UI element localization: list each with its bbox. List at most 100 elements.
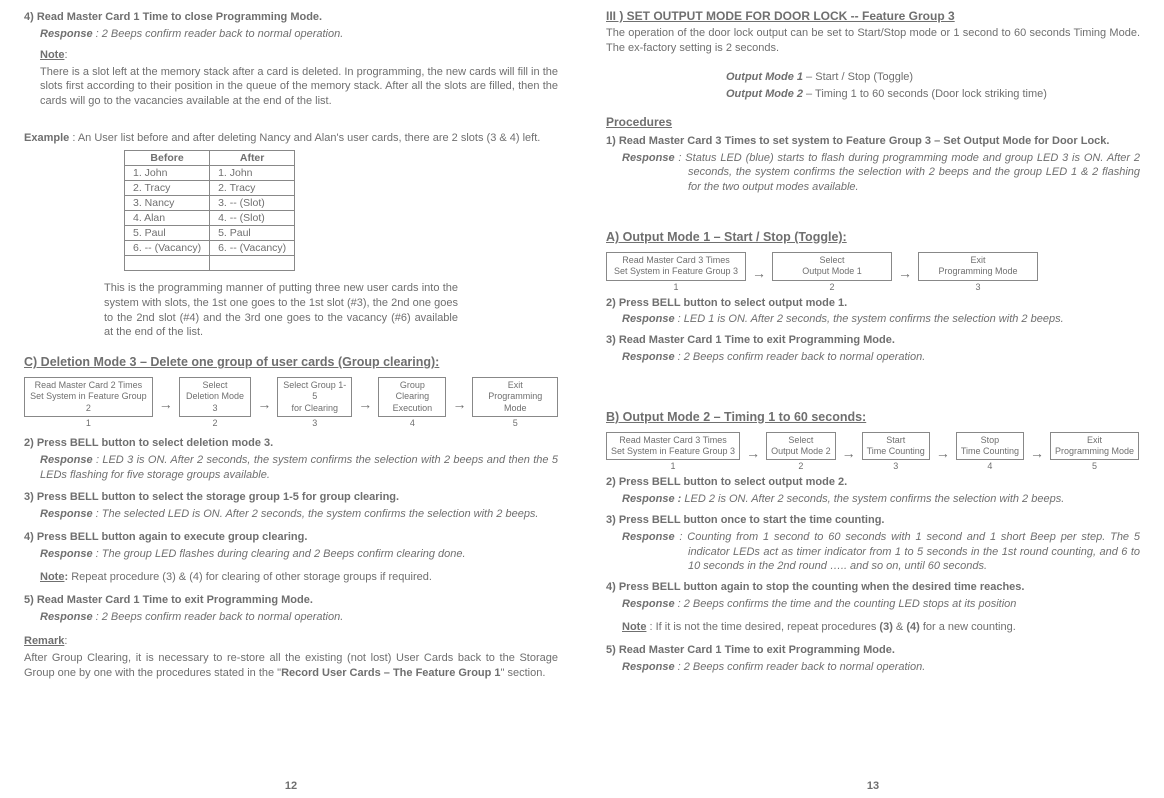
b5-response: Response : 2 Beeps confirm reader back t… <box>622 660 1140 675</box>
response-label: Response <box>622 152 675 164</box>
page-number-left: 12 <box>0 780 582 792</box>
note-text: There is a slot left at the memory stack… <box>40 65 558 110</box>
note-label: Note <box>40 571 64 583</box>
section-iii-head: III ) SET OUTPUT MODE FOR DOOR LOCK -- F… <box>606 8 1140 24</box>
cell: 3. Nancy <box>125 195 210 210</box>
c-note-text: Repeat procedure (3) & (4) for clearing … <box>71 571 432 583</box>
page-number-right: 13 <box>582 780 1164 792</box>
c-note: Note: Repeat procedure (3) & (4) for cle… <box>40 570 558 585</box>
flow-item: Read Master Card 3 TimesSet System in Fe… <box>606 432 740 472</box>
section-c-head: C) Deletion Mode 3 – Delete one group of… <box>24 354 558 371</box>
a2-title: 2) Press BELL button to select output mo… <box>606 296 1140 311</box>
flow-item: SelectDeletion Mode 3 2 <box>179 377 252 428</box>
cell: 6. -- (Vacancy) <box>125 240 210 255</box>
cell: 1. John <box>125 165 210 180</box>
b4-resp-text: : 2 Beeps confirms the time and the coun… <box>678 598 1017 610</box>
b2-response: Response : LED 2 is ON. After 2 seconds,… <box>622 492 1140 507</box>
flow-item: SelectOutput Mode 2 2 <box>766 432 836 472</box>
procedures-head: Procedures <box>606 114 1140 130</box>
step4-title: 4) Read Master Card 1 Time to close Prog… <box>24 10 558 25</box>
b5-resp-text: : 2 Beeps confirm reader back to normal … <box>678 661 926 673</box>
a3-title: 3) Read Master Card 1 Time to exit Progr… <box>606 333 1140 348</box>
b-note: Note : If it is not the time desired, re… <box>622 620 1140 635</box>
c4-title: 4) Press BELL button again to execute gr… <box>24 530 558 545</box>
response-label: Response <box>40 508 93 520</box>
flow-item: ExitProgramming Mode 5 <box>1050 432 1139 472</box>
response-label: Response <box>622 661 675 673</box>
response-label: Response <box>40 548 93 560</box>
note-label: Note <box>40 49 64 61</box>
cell: 1. John <box>210 165 295 180</box>
output-mode-1: Output Mode 1 – Start / Stop (Toggle) <box>726 70 1140 85</box>
c3-resp-text: : The selected LED is ON. After 2 second… <box>96 508 539 520</box>
a2-resp-text: : LED 1 is ON. After 2 seconds, the syst… <box>678 313 1064 325</box>
left-page: 4) Read Master Card 1 Time to close Prog… <box>0 0 582 798</box>
flow-b: Read Master Card 3 TimesSet System in Fe… <box>606 432 1140 472</box>
cell: 2. Tracy <box>125 180 210 195</box>
b3-resp-text: : Counting from 1 second to 60 seconds w… <box>679 531 1140 573</box>
section-a-head: A) Output Mode 1 – Start / Stop (Toggle)… <box>606 229 1140 246</box>
th-after: After <box>210 150 295 165</box>
p1-response: Response : Status LED (blue) starts to f… <box>622 151 1140 196</box>
response-label: Response <box>40 28 93 40</box>
cell: 5. Paul <box>210 225 295 240</box>
c5-response: Response : 2 Beeps confirm reader back t… <box>40 610 558 625</box>
arrow-icon: → <box>842 444 856 460</box>
cell <box>125 255 210 270</box>
cell: 5. Paul <box>125 225 210 240</box>
a2-response: Response : LED 1 is ON. After 2 seconds,… <box>622 312 1140 327</box>
th-before: Before <box>125 150 210 165</box>
example-text: : An User list before and after deleting… <box>72 132 540 144</box>
c4-resp-text: : The group LED flashes during clearing … <box>96 548 466 560</box>
cell: 4. Alan <box>125 210 210 225</box>
b4-title: 4) Press BELL button again to stop the c… <box>606 580 1140 595</box>
response-label: Response <box>40 454 93 466</box>
arrow-icon: → <box>1030 444 1044 460</box>
remark-label-row: Remark: <box>24 634 558 649</box>
arrow-icon: → <box>452 395 466 411</box>
cell: 2. Tracy <box>210 180 295 195</box>
b2-title: 2) Press BELL button to select output mo… <box>606 475 1140 490</box>
c2-resp-text: : LED 3 is ON. After 2 seconds, the syst… <box>40 454 558 481</box>
c3-response: Response : The selected LED is ON. After… <box>40 507 558 522</box>
example-row: Example : An User list before and after … <box>24 131 558 146</box>
user-table: Before After 1. John1. John 2. Tracy2. T… <box>124 150 295 271</box>
after-table-text: This is the programming manner of puttin… <box>104 281 458 340</box>
cell: 3. -- (Slot) <box>210 195 295 210</box>
note-label: Note <box>622 621 646 633</box>
response-label: Response <box>622 531 675 543</box>
flow-c: Read Master Card 2 TimesSet System in Fe… <box>24 377 558 428</box>
c5-resp-text: : 2 Beeps confirm reader back to normal … <box>96 611 344 623</box>
a3-response: Response : 2 Beeps confirm reader back t… <box>622 350 1140 365</box>
arrow-icon: → <box>898 264 912 280</box>
remark-label: Remark <box>24 635 64 647</box>
output-mode-2: Output Mode 2 – Timing 1 to 60 seconds (… <box>726 87 1140 102</box>
arrow-icon: → <box>159 395 173 411</box>
b3-response: Response : Counting from 1 second to 60 … <box>622 530 1140 575</box>
c2-response: Response : LED 3 is ON. After 2 seconds,… <box>40 453 558 483</box>
flow-item: Group ClearingExecution 4 <box>378 377 446 428</box>
right-page: III ) SET OUTPUT MODE FOR DOOR LOCK -- F… <box>582 0 1164 798</box>
flow-a: Read Master Card 3 TimesSet System in Fe… <box>606 252 1140 292</box>
iii-intro: The operation of the door lock output ca… <box>606 26 1140 56</box>
arrow-icon: → <box>746 444 760 460</box>
b5-title: 5) Read Master Card 1 Time to exit Progr… <box>606 643 1140 658</box>
flow-item: ExitProgramming Mode 3 <box>918 252 1038 292</box>
remark-text: After Group Clearing, it is necessary to… <box>24 651 558 681</box>
arrow-icon: → <box>936 444 950 460</box>
flow-item: StopTime Counting 4 <box>956 432 1024 472</box>
response-label: Response <box>622 351 675 363</box>
c2-title: 2) Press BELL button to select deletion … <box>24 436 558 451</box>
step4-response: Response : 2 Beeps confirm reader back t… <box>40 27 558 42</box>
c4-response: Response : The group LED flashes during … <box>40 547 558 562</box>
note-block: Note: <box>40 48 558 63</box>
flow-item: SelectOutput Mode 1 2 <box>772 252 892 292</box>
flow-item: Read Master Card 3 TimesSet System in Fe… <box>606 252 746 292</box>
arrow-icon: → <box>257 395 271 411</box>
p1-title: 1) Read Master Card 3 Times to set syste… <box>606 134 1140 149</box>
section-b-head: B) Output Mode 2 – Timing 1 to 60 second… <box>606 409 1140 426</box>
response-label: Response <box>622 598 675 610</box>
response-label: Response <box>622 313 675 325</box>
p1-resp-text: : Status LED (blue) starts to flash duri… <box>678 152 1140 194</box>
flow-item: StartTime Counting 3 <box>862 432 930 472</box>
